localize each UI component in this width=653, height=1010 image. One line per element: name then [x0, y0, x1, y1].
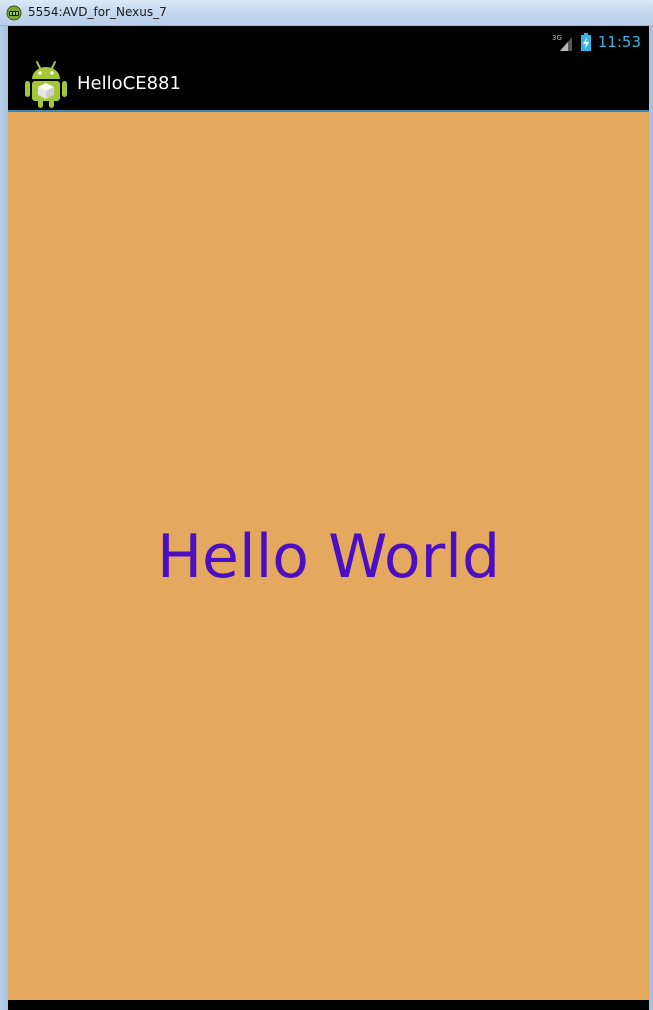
- device-screen: 3G 11:53 HelloCE881 Hello World: [8, 26, 649, 1010]
- android-robot-icon[interactable]: [22, 59, 70, 109]
- action-bar: HelloCE881: [8, 58, 649, 112]
- window-titlebar[interactable]: 5554:AVD_for_Nexus_7: [0, 0, 653, 26]
- status-bar: 3G 11:53: [8, 26, 649, 58]
- signal-3g-icon: 3G: [552, 34, 572, 51]
- emulator-icon: [6, 5, 22, 21]
- window-frame-right: [649, 26, 653, 1010]
- battery-charging-icon: [580, 33, 591, 51]
- hello-text: Hello World: [156, 522, 501, 592]
- window-title: 5554:AVD_for_Nexus_7: [28, 5, 167, 19]
- window-frame-left: [0, 26, 8, 1010]
- app-title: HelloCE881: [77, 73, 181, 94]
- status-icons: 3G 11:53: [552, 30, 641, 54]
- network-type-label: 3G: [552, 34, 562, 42]
- bottom-bar: [8, 1000, 649, 1010]
- status-time: 11:53: [597, 33, 641, 51]
- main-content: Hello World: [8, 112, 649, 1000]
